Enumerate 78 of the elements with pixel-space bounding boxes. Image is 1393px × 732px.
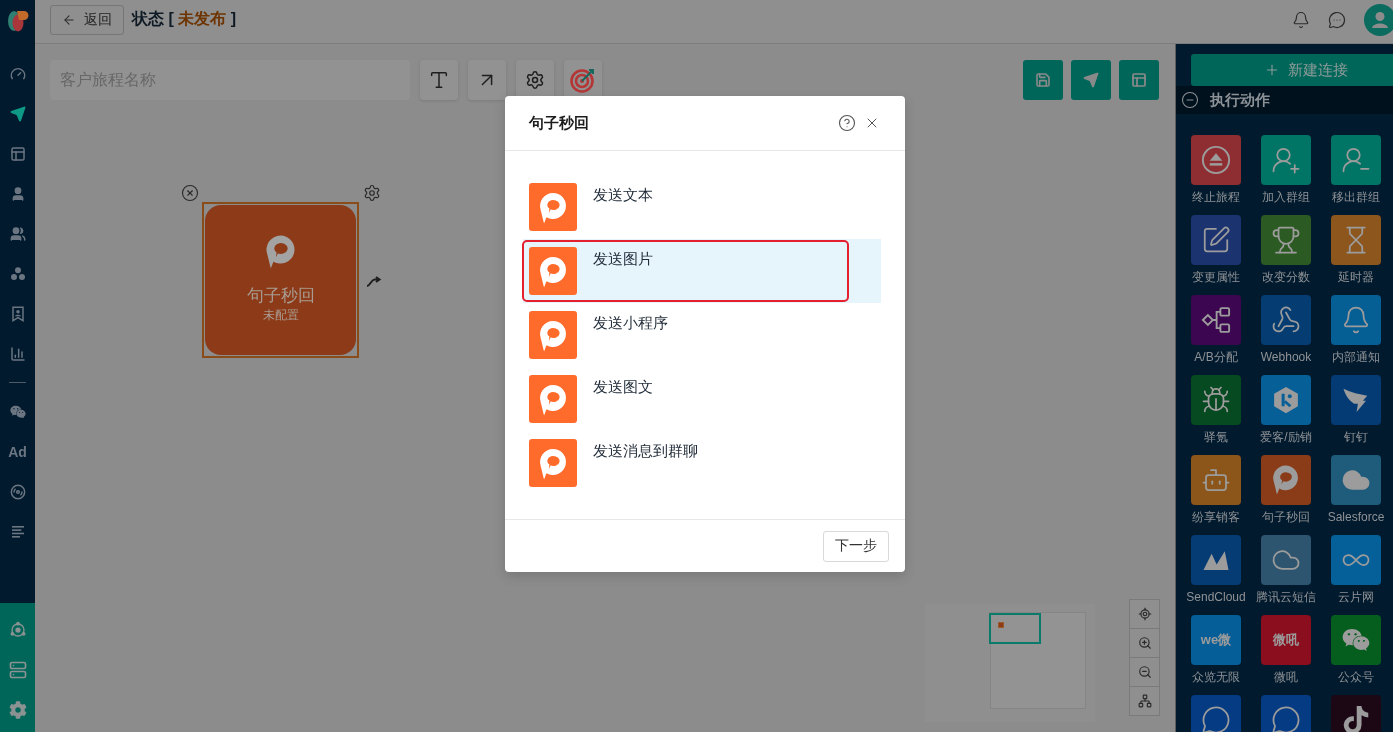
action-item[interactable]: 微吼 微吼 — [1251, 615, 1321, 695]
target-icon — [570, 67, 596, 93]
action-item[interactable]: 纷享销客 — [1181, 455, 1251, 535]
speech-bubble-logo-icon — [529, 183, 577, 231]
speech-bubble-logo-icon — [529, 247, 577, 295]
speech-bubble-logo-icon — [529, 375, 577, 423]
paper-plane-icon — [1083, 72, 1099, 88]
gauge-icon[interactable] — [9, 66, 26, 82]
zoom-out-button[interactable] — [1129, 657, 1160, 687]
action-item[interactable]: 句子秒回 — [1251, 455, 1321, 535]
action-item[interactable]: Webhook — [1251, 295, 1321, 375]
node-status: 未配置 — [262, 307, 299, 323]
action-item[interactable]: A/B分配 — [1181, 295, 1251, 375]
next-button[interactable]: 下一步 — [823, 530, 889, 562]
text-logo: we微 — [1191, 615, 1241, 665]
action-item[interactable]: 内部通知 — [1321, 295, 1391, 375]
server-icon[interactable] — [8, 661, 27, 679]
node-title: 句子秒回 — [246, 285, 315, 307]
action-item[interactable]: 钉钉 — [1321, 375, 1391, 455]
disc-icon[interactable] — [9, 484, 26, 500]
dialog-title: 句子秒回 — [529, 113, 589, 133]
help-icon[interactable] — [838, 114, 856, 132]
connector-handle-icon[interactable] — [366, 276, 382, 287]
action-item[interactable]: 终止旅程 — [1181, 135, 1251, 215]
locate-icon — [1137, 607, 1152, 621]
arrow-tool-button[interactable] — [468, 60, 506, 100]
sitemap-icon — [1137, 694, 1152, 708]
nav-label[interactable]: Ad — [8, 444, 27, 460]
settings-icon[interactable] — [363, 184, 381, 202]
section-title: 执行动作 — [1210, 90, 1270, 110]
close-circle-icon[interactable] — [181, 184, 199, 202]
text-icon — [428, 69, 450, 91]
page-title: 状态 [ 未发布 ] — [132, 9, 236, 29]
fit-view-button[interactable] — [1129, 686, 1160, 716]
action-item[interactable]: 驿氪 — [1181, 375, 1251, 455]
action-item[interactable]: SendCloud — [1181, 535, 1251, 615]
action-item[interactable]: Salesforce — [1321, 455, 1391, 535]
bookmark-user-icon[interactable] — [9, 306, 26, 322]
chat-icon[interactable] — [1328, 10, 1346, 29]
users-icon[interactable] — [9, 226, 26, 242]
bar-chart-icon[interactable] — [9, 346, 26, 362]
action-item[interactable]: 移出群组 — [1321, 135, 1391, 215]
back-button[interactable]: 返回 — [50, 4, 124, 35]
text-tool-button[interactable] — [420, 60, 458, 100]
text-lines-icon[interactable] — [9, 524, 26, 540]
action-item[interactable]: 加入群组 — [1251, 135, 1321, 215]
settings-icon — [525, 70, 545, 90]
speech-bubble-logo-icon — [529, 439, 577, 487]
network-icon[interactable] — [8, 621, 27, 639]
option-row[interactable]: 发送消息到群聊 — [523, 431, 881, 495]
zoom-in-icon — [1137, 636, 1152, 650]
action-item[interactable]: we微 众览无限 — [1181, 615, 1251, 695]
speech-bubble-logo-icon — [529, 311, 577, 359]
action-item[interactable]: 公众号 — [1321, 615, 1391, 695]
option-row[interactable]: 发送小程序 — [523, 303, 881, 367]
option-row[interactable]: 发送文本 — [523, 175, 881, 239]
collapse-icon[interactable] — [1181, 91, 1199, 109]
chat-bubbles-icon[interactable] — [9, 404, 26, 420]
action-item[interactable]: 腾讯云短信 — [1251, 535, 1321, 615]
action-item[interactable]: 变更属性 — [1181, 215, 1251, 295]
layout-icon[interactable] — [9, 146, 26, 162]
locate-button[interactable] — [1129, 599, 1160, 629]
plus-icon — [1264, 62, 1280, 78]
layout-icon — [1131, 72, 1147, 88]
text-logo: 微吼 — [1261, 615, 1311, 665]
paper-plane-icon[interactable] — [9, 106, 26, 122]
dots-cluster-icon[interactable] — [9, 266, 26, 282]
minimap-node — [998, 622, 1004, 628]
option-row[interactable]: 发送图文 — [523, 367, 881, 431]
option-row[interactable]: 发送图片 — [523, 239, 881, 303]
zoom-in-button[interactable] — [1129, 628, 1160, 658]
action-item[interactable]: 爱客/励销 — [1251, 375, 1321, 455]
action-item[interactable]: 延时器 — [1321, 215, 1391, 295]
bell-icon[interactable] — [1292, 10, 1310, 29]
action-item[interactable]: 改变分数 — [1251, 215, 1321, 295]
action-item[interactable]: 云片网 — [1321, 535, 1391, 615]
zoom-out-icon — [1137, 665, 1152, 679]
settings-icon[interactable] — [8, 701, 27, 719]
